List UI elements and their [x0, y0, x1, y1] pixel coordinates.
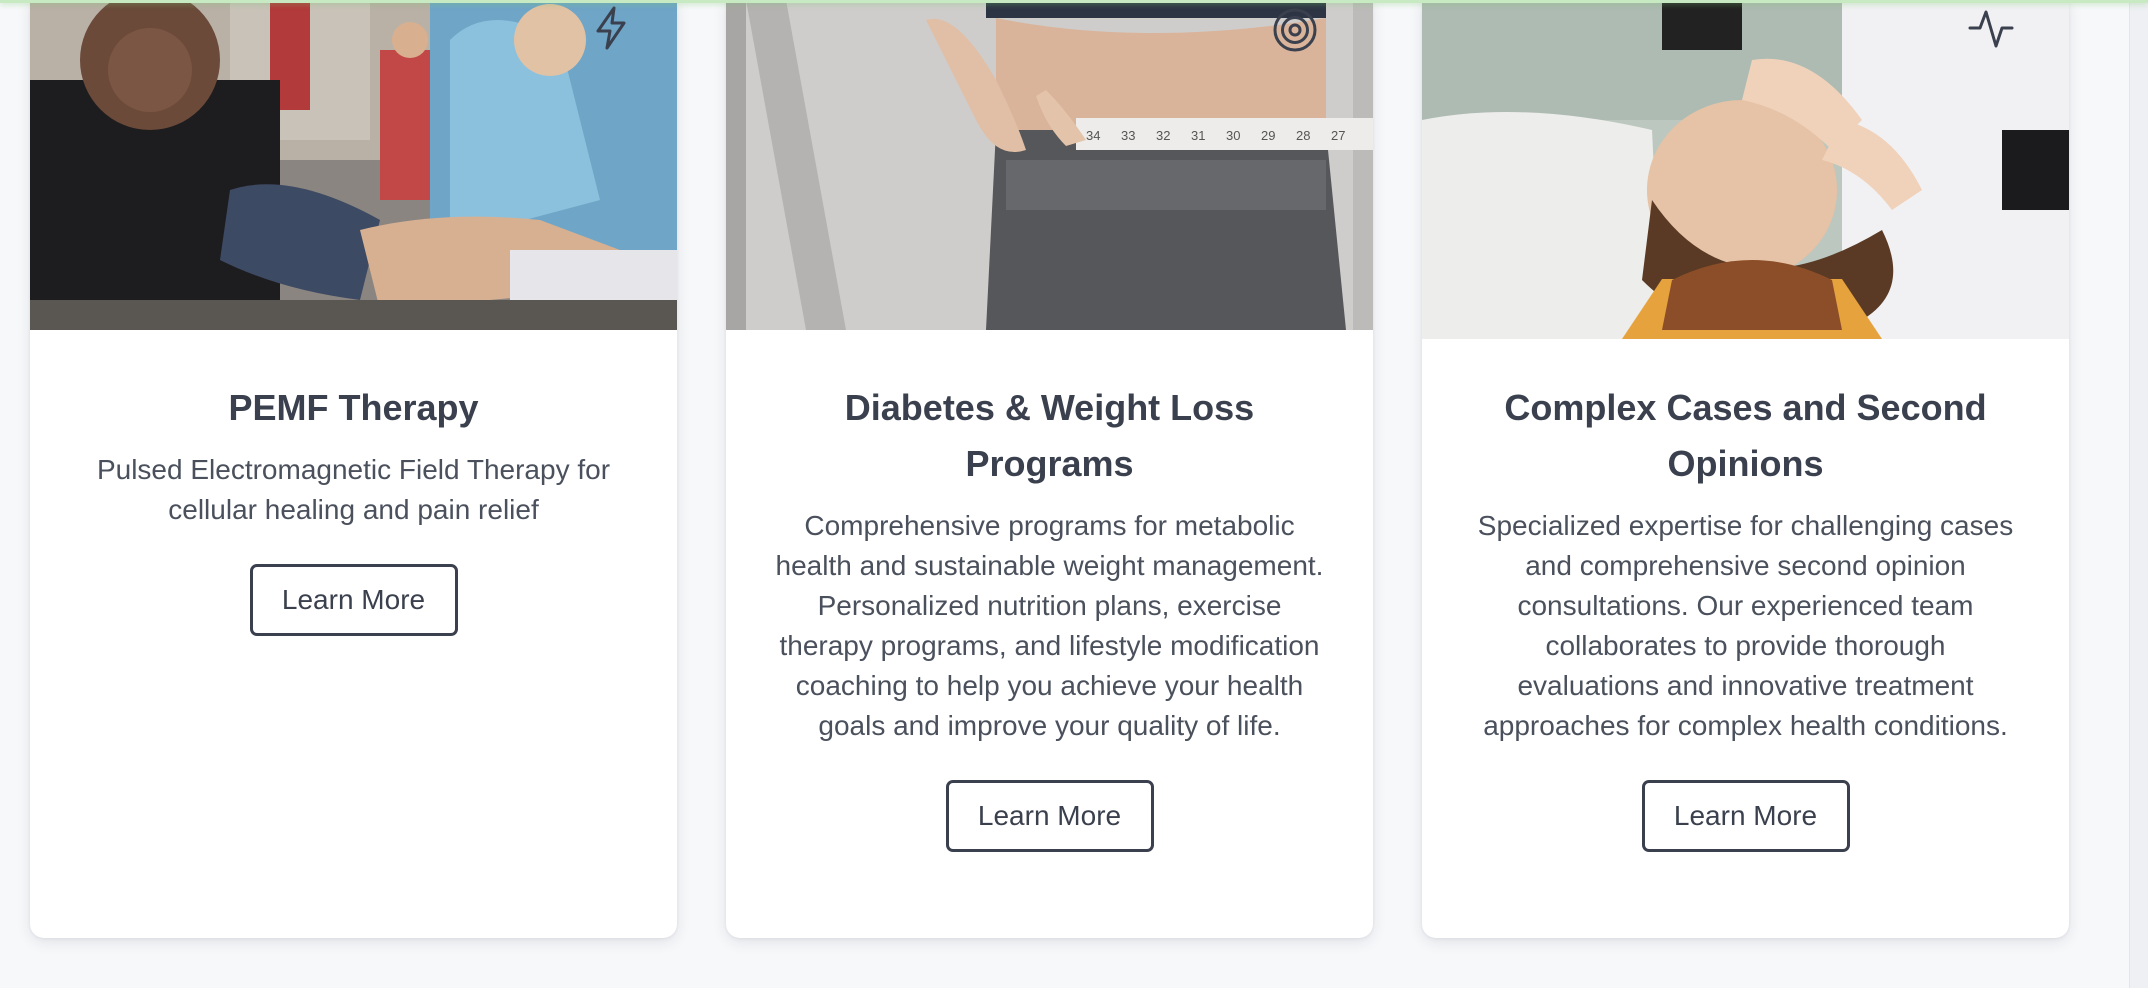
- service-card-diabetes-weight-loss: 34 33 32 31 30 29 28 27 Diabetes & Weigh…: [726, 0, 1373, 938]
- svg-text:33: 33: [1121, 128, 1135, 143]
- svg-text:34: 34: [1086, 128, 1100, 143]
- svg-text:27: 27: [1331, 128, 1345, 143]
- learn-more-button[interactable]: Learn More: [249, 564, 458, 636]
- svg-text:30: 30: [1226, 128, 1240, 143]
- svg-text:29: 29: [1261, 128, 1275, 143]
- learn-more-button[interactable]: Learn More: [945, 780, 1154, 852]
- scrollbar-track[interactable]: [2129, 0, 2148, 988]
- svg-text:31: 31: [1191, 128, 1205, 143]
- blood-pressure-photo: [30, 0, 677, 330]
- card-description: Specialized expertise for challenging ca…: [1477, 510, 2014, 741]
- card-body: Complex Cases and Second Opinions Specia…: [1422, 380, 2069, 852]
- card-description: Comprehensive programs for metabolic hea…: [775, 510, 1324, 741]
- page: PEMF Therapy Pulsed Electromagnetic Fiel…: [0, 0, 2148, 988]
- card-title: PEMF Therapy: [228, 387, 479, 428]
- waist-measurement-photo: 34 33 32 31 30 29 28 27: [726, 0, 1373, 330]
- svg-text:28: 28: [1296, 128, 1310, 143]
- card-body: Diabetes & Weight Loss Programs Comprehe…: [726, 380, 1373, 852]
- header-accent-line: [0, 0, 2148, 3]
- card-title: Diabetes & Weight Loss Programs: [844, 387, 1255, 484]
- target-icon: [1271, 6, 1319, 54]
- service-card-complex-cases: Complex Cases and Second Opinions Specia…: [1422, 0, 2069, 938]
- lightning-icon: [587, 4, 635, 52]
- pulse-icon: [1967, 4, 2015, 52]
- service-card-pemf: PEMF Therapy Pulsed Electromagnetic Fiel…: [30, 0, 677, 938]
- learn-more-button[interactable]: Learn More: [1641, 780, 1850, 852]
- head-therapy-photo: [1422, 0, 2069, 339]
- card-description: Pulsed Electromagnetic Field Therapy for…: [96, 454, 611, 525]
- svg-text:32: 32: [1156, 128, 1170, 143]
- card-title: Complex Cases and Second Opinions: [1504, 387, 1987, 484]
- card-body: PEMF Therapy Pulsed Electromagnetic Fiel…: [30, 380, 677, 636]
- service-cards: PEMF Therapy Pulsed Electromagnetic Fiel…: [30, 0, 2069, 938]
